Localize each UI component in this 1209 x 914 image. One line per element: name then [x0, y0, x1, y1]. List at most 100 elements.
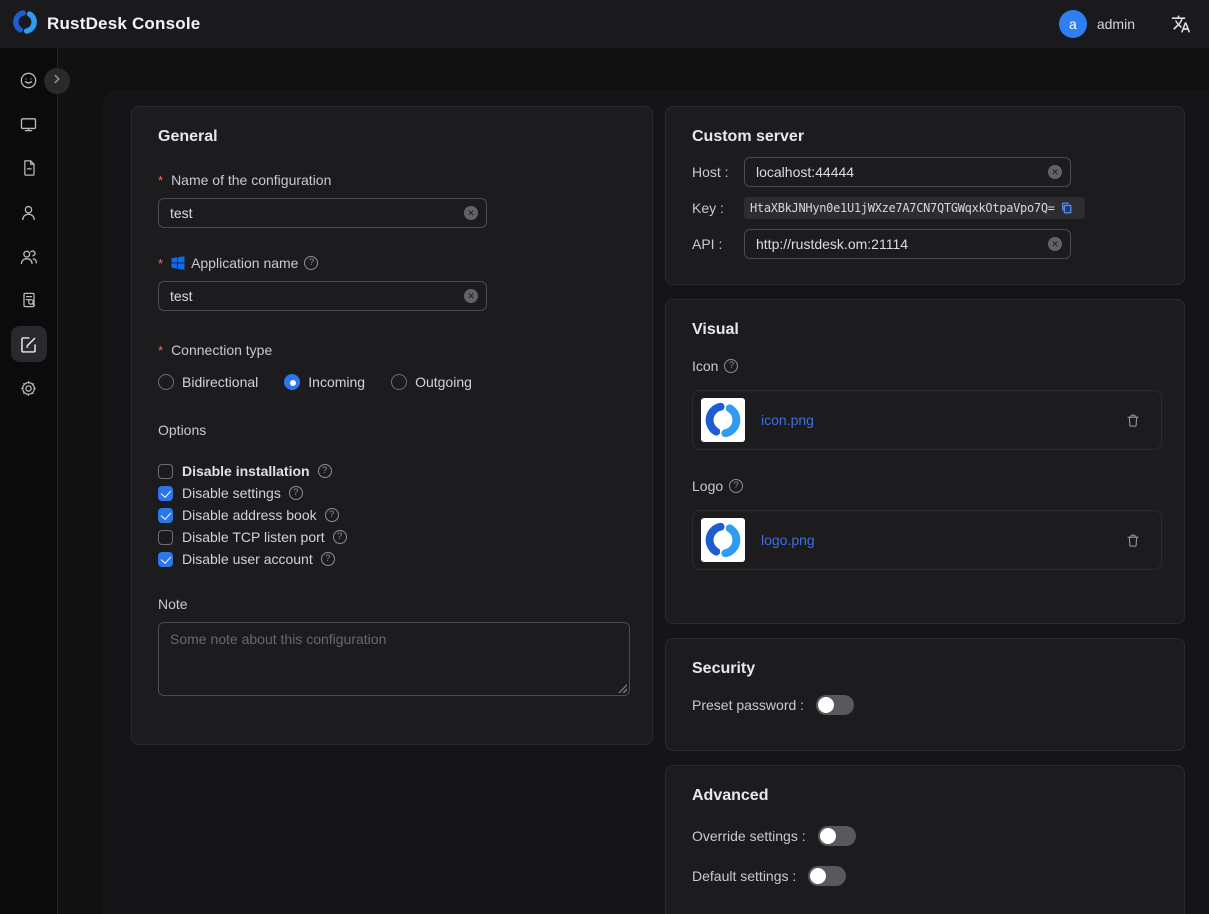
- rustdesk-logo-icon: [12, 9, 38, 40]
- checkbox[interactable]: [158, 508, 173, 523]
- connection-type-label: Connection type: [158, 339, 626, 360]
- sidebar-item-documents[interactable]: [11, 150, 47, 186]
- default-settings-row: Default settings :: [692, 866, 1158, 886]
- avatar[interactable]: a: [1059, 10, 1087, 38]
- override-settings-toggle[interactable]: [818, 826, 856, 846]
- app-name-field: [158, 281, 487, 311]
- clear-icon[interactable]: [464, 289, 478, 303]
- config-name-input[interactable]: [158, 198, 487, 228]
- rustdesk-console-page: RustDesk Console a admin: [0, 0, 1209, 914]
- question-icon[interactable]: [333, 530, 347, 544]
- clear-icon[interactable]: [464, 206, 478, 220]
- user-menu[interactable]: a admin: [1059, 10, 1135, 38]
- checkbox[interactable]: [158, 464, 173, 479]
- option-disable-user-account: Disable user account: [158, 548, 626, 570]
- sidebar-item-users[interactable]: [11, 194, 47, 230]
- sidebar-item-console-config[interactable]: [11, 326, 47, 362]
- question-icon[interactable]: [325, 508, 339, 522]
- user-icon: [18, 202, 39, 223]
- translate-icon[interactable]: [1171, 14, 1191, 34]
- question-icon[interactable]: [318, 464, 332, 478]
- general-card: General Name of the configuration Applic…: [131, 106, 653, 745]
- icon-upload-row: icon.png: [692, 390, 1162, 450]
- host-row: Host :: [692, 157, 1158, 187]
- note-label: Note: [158, 594, 626, 614]
- option-disable-settings: Disable settings: [158, 482, 626, 504]
- key-value: HtaXBkJNHyn0e1U1jWXze7A7CN7QTGWqxkOtpaVp…: [750, 201, 1055, 215]
- radio-icon: [158, 374, 174, 390]
- visual-title: Visual: [692, 320, 1158, 340]
- checkbox[interactable]: [158, 552, 173, 567]
- question-icon[interactable]: [304, 256, 318, 270]
- key-value-chip: HtaXBkJNHyn0e1U1jWXze7A7CN7QTGWqxkOtpaVp…: [744, 197, 1085, 219]
- sidebar-expand-button[interactable]: [44, 68, 70, 94]
- sidebar-item-devices[interactable]: [11, 106, 47, 142]
- radio-bidirectional[interactable]: Bidirectional: [158, 374, 258, 390]
- api-input[interactable]: [744, 229, 1071, 259]
- icon-thumbnail: [701, 398, 745, 442]
- custom-server-title: Custom server: [692, 127, 1158, 147]
- security-title: Security: [692, 659, 1158, 679]
- preset-password-toggle[interactable]: [816, 695, 854, 715]
- app-header: RustDesk Console a admin: [0, 0, 1209, 48]
- required-asterisk: [158, 169, 165, 190]
- trash-icon[interactable]: [1125, 412, 1141, 429]
- question-icon[interactable]: [321, 552, 335, 566]
- default-settings-toggle[interactable]: [808, 866, 846, 886]
- checkbox[interactable]: [158, 530, 173, 545]
- override-settings-row: Override settings :: [692, 826, 1158, 846]
- clear-icon[interactable]: [1048, 165, 1062, 179]
- sidebar-item-audit[interactable]: [11, 282, 47, 318]
- icon-upload-label: Icon: [692, 356, 1158, 376]
- custom-server-card: Custom server Host : Key : HtaXBkJNHyn: [665, 106, 1185, 285]
- sidebar: [0, 48, 58, 914]
- options-list: Disable installation Disable settings Di: [158, 460, 626, 570]
- note-textarea[interactable]: [158, 622, 630, 696]
- option-disable-tcp-listen-port: Disable TCP listen port: [158, 526, 626, 548]
- audit-log-icon: [19, 290, 39, 310]
- users-icon: [18, 246, 39, 267]
- brand: RustDesk Console: [12, 9, 200, 40]
- key-label: Key :: [692, 200, 744, 216]
- sidebar-item-welcome[interactable]: [11, 62, 47, 98]
- settings-icon: [18, 378, 39, 399]
- advanced-title: Advanced: [692, 786, 1158, 806]
- default-settings-label: Default settings :: [692, 868, 796, 884]
- sidebar-item-groups[interactable]: [11, 238, 47, 274]
- radio-incoming[interactable]: Incoming: [284, 374, 365, 390]
- icon-file-link[interactable]: icon.png: [761, 412, 814, 428]
- main-area: General Name of the configuration Applic…: [58, 48, 1209, 914]
- radio-outgoing[interactable]: Outgoing: [391, 374, 472, 390]
- trash-icon[interactable]: [1125, 532, 1141, 549]
- sidebar-item-settings[interactable]: [11, 370, 47, 406]
- api-field: [744, 229, 1071, 259]
- windows-icon: [171, 256, 185, 270]
- question-icon[interactable]: [289, 486, 303, 500]
- edit-icon: [18, 334, 39, 355]
- app-title: RustDesk Console: [47, 14, 200, 34]
- application-name-input[interactable]: [158, 281, 487, 311]
- api-label: API :: [692, 236, 744, 252]
- logo-file-link[interactable]: logo.png: [761, 532, 815, 548]
- chevron-right-icon: [50, 72, 64, 91]
- clear-icon[interactable]: [1048, 237, 1062, 251]
- name-field-label: Name of the configuration: [158, 169, 626, 190]
- monitor-icon: [18, 114, 39, 135]
- logo-upload-label: Logo: [692, 476, 1158, 496]
- host-field: [744, 157, 1071, 187]
- radio-icon: [391, 374, 407, 390]
- host-input[interactable]: [744, 157, 1071, 187]
- question-icon[interactable]: [724, 359, 738, 373]
- content-panel: General Name of the configuration Applic…: [103, 90, 1209, 914]
- logo-thumbnail: [701, 518, 745, 562]
- advanced-card: Advanced Override settings : Default set…: [665, 765, 1185, 914]
- question-icon[interactable]: [729, 479, 743, 493]
- name-field: [158, 198, 487, 228]
- smiley-icon: [18, 70, 39, 91]
- logo-upload-row: logo.png: [692, 510, 1162, 570]
- copy-icon[interactable]: [1060, 201, 1073, 215]
- required-asterisk: [158, 252, 165, 273]
- api-row: API :: [692, 229, 1158, 259]
- checkbox[interactable]: [158, 486, 173, 501]
- visual-card: Visual Icon icon.png: [665, 299, 1185, 624]
